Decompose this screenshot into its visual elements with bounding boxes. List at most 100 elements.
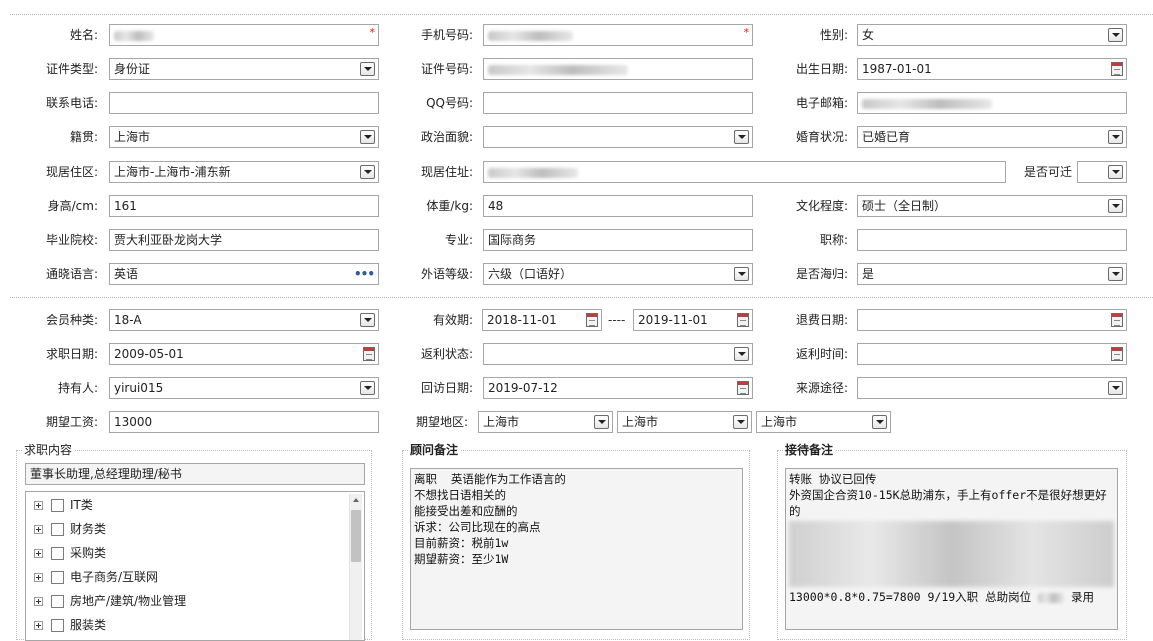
holder-select[interactable]: yirui015 bbox=[109, 377, 379, 399]
language-picker[interactable]: 英语 ••• bbox=[109, 263, 379, 285]
calendar-icon[interactable] bbox=[363, 347, 375, 361]
source-select[interactable] bbox=[857, 377, 1127, 399]
scroll-up-icon[interactable] bbox=[350, 494, 362, 507]
address-field[interactable] bbox=[483, 161, 1006, 183]
chevron-down-icon[interactable] bbox=[734, 347, 749, 361]
plus-box-icon[interactable] bbox=[34, 501, 43, 510]
residence-select[interactable]: 上海市-上海市-浦东新 bbox=[109, 161, 379, 183]
rebate-status-select[interactable] bbox=[483, 343, 753, 365]
chevron-down-icon[interactable] bbox=[872, 415, 887, 429]
tree-item-realestate[interactable]: 房地产/建筑/物业管理 bbox=[34, 591, 186, 611]
checkbox-icon[interactable] bbox=[51, 499, 64, 512]
checkbox-icon[interactable] bbox=[51, 571, 64, 584]
education-select[interactable]: 硕士（全日制） bbox=[857, 195, 1127, 217]
marital-select[interactable]: 已婚已育 bbox=[857, 126, 1127, 148]
education-value: 硕士（全日制） bbox=[862, 199, 947, 213]
scroll-thumb[interactable] bbox=[351, 510, 361, 562]
major-value: 国际商务 bbox=[488, 233, 537, 247]
birth-value: 1987-01-01 bbox=[862, 62, 932, 76]
gender-value: 女 bbox=[862, 28, 875, 42]
chevron-down-icon[interactable] bbox=[1108, 267, 1123, 281]
tree-item-apparel[interactable]: 服装类 bbox=[34, 615, 106, 635]
tree-item-finance[interactable]: 财务类 bbox=[34, 519, 106, 539]
tree-scrollbar[interactable] bbox=[349, 494, 362, 640]
gender-select[interactable]: 女 bbox=[857, 24, 1127, 46]
valid-from-field[interactable]: 2018-11-01 bbox=[482, 309, 602, 331]
weight-field[interactable]: 48 bbox=[483, 195, 753, 217]
political-select[interactable] bbox=[483, 126, 753, 148]
idtype-label: 证件类型: bbox=[45, 62, 98, 76]
checkbox-icon[interactable] bbox=[51, 595, 64, 608]
tree-item-ecommerce[interactable]: 电子商务/互联网 bbox=[34, 567, 158, 587]
region-city-select[interactable]: 上海市 bbox=[617, 411, 752, 433]
note-redacted bbox=[789, 521, 1114, 587]
plus-box-icon[interactable] bbox=[34, 621, 43, 630]
job-selected-field[interactable]: 董事长助理,总经理助理/秘书 bbox=[25, 463, 365, 485]
refund-date-field[interactable] bbox=[857, 309, 1127, 331]
idtype-select[interactable]: 身份证 bbox=[109, 58, 379, 80]
relocate-select[interactable] bbox=[1077, 161, 1127, 183]
idno-field[interactable] bbox=[483, 58, 753, 80]
region-city-value: 上海市 bbox=[622, 415, 659, 429]
plus-box-icon[interactable] bbox=[34, 549, 43, 558]
calendar-icon[interactable] bbox=[586, 313, 598, 327]
calendar-icon[interactable] bbox=[737, 381, 749, 395]
advisor-notes-textarea[interactable]: 离职 英语能作为工作语言的 不想找日语相关的 能接受出差和应酬的 诉求：公司比现… bbox=[410, 468, 743, 630]
region-district-select[interactable]: 上海市 bbox=[756, 411, 891, 433]
langlevel-select[interactable]: 六级（口语好） bbox=[483, 263, 753, 285]
chevron-down-icon[interactable] bbox=[1108, 130, 1123, 144]
calendar-icon[interactable] bbox=[1111, 62, 1123, 76]
rebate-time-field[interactable] bbox=[857, 343, 1127, 365]
school-label: 毕业院校: bbox=[45, 233, 98, 247]
tree-item-purchasing[interactable]: 采购类 bbox=[34, 543, 106, 563]
birth-date-field[interactable]: 1987-01-01 bbox=[857, 58, 1127, 80]
chevron-down-icon[interactable] bbox=[734, 267, 749, 281]
plus-box-icon[interactable] bbox=[34, 573, 43, 582]
contact-phone-field[interactable] bbox=[109, 92, 379, 114]
salary-field[interactable]: 13000 bbox=[109, 411, 379, 433]
plus-box-icon[interactable] bbox=[34, 525, 43, 534]
chevron-down-icon[interactable] bbox=[1108, 165, 1123, 179]
major-field[interactable]: 国际商务 bbox=[483, 229, 753, 251]
ellipsis-icon[interactable]: ••• bbox=[354, 264, 375, 284]
overseas-select[interactable]: 是 bbox=[857, 263, 1127, 285]
title-field[interactable] bbox=[857, 229, 1127, 251]
checkbox-icon[interactable] bbox=[51, 523, 64, 536]
phone-field[interactable]: * bbox=[483, 24, 753, 46]
chevron-down-icon[interactable] bbox=[733, 415, 748, 429]
valid-to-field[interactable]: 2019-11-01 bbox=[633, 309, 753, 331]
calendar-icon[interactable] bbox=[1111, 347, 1123, 361]
chevron-down-icon[interactable] bbox=[360, 165, 375, 179]
tree-item-label: 采购类 bbox=[70, 546, 107, 560]
chevron-down-icon[interactable] bbox=[1108, 381, 1123, 395]
height-field[interactable]: 161 bbox=[109, 195, 379, 217]
calendar-icon[interactable] bbox=[737, 313, 749, 327]
plus-box-icon[interactable] bbox=[34, 597, 43, 606]
native-select[interactable]: 上海市 bbox=[109, 126, 379, 148]
chevron-down-icon[interactable] bbox=[360, 313, 375, 327]
salary-value: 13000 bbox=[114, 415, 153, 429]
visit-date-field[interactable]: 2019-07-12 bbox=[483, 377, 753, 399]
name-label: 姓名: bbox=[69, 28, 98, 42]
email-field[interactable] bbox=[857, 92, 1127, 114]
school-field[interactable]: 贾大利亚卧龙岗大学 bbox=[109, 229, 379, 251]
reception-notes-textarea[interactable]: 转账 协议已回传 外资国企合资10-15K总助浦东，手上有offer不是很好想更… bbox=[785, 468, 1118, 630]
chevron-down-icon[interactable] bbox=[734, 130, 749, 144]
calendar-icon[interactable] bbox=[1111, 313, 1123, 327]
chevron-down-icon[interactable] bbox=[360, 130, 375, 144]
height-value: 161 bbox=[114, 199, 137, 213]
qq-field[interactable] bbox=[483, 92, 753, 114]
member-type-select[interactable]: 18-A bbox=[109, 309, 379, 331]
jobdate-field[interactable]: 2009-05-01 bbox=[109, 343, 379, 365]
chevron-down-icon[interactable] bbox=[1108, 28, 1123, 42]
chevron-down-icon[interactable] bbox=[360, 62, 375, 76]
tree-item-it[interactable]: IT类 bbox=[34, 495, 93, 515]
region-province-select[interactable]: 上海市 bbox=[478, 411, 613, 433]
chevron-down-icon[interactable] bbox=[1108, 199, 1123, 213]
chevron-down-icon[interactable] bbox=[594, 415, 609, 429]
note-line: 不想找日语相关的 bbox=[414, 488, 506, 502]
checkbox-icon[interactable] bbox=[51, 619, 64, 632]
name-field[interactable]: * bbox=[109, 24, 379, 46]
checkbox-icon[interactable] bbox=[51, 547, 64, 560]
chevron-down-icon[interactable] bbox=[360, 381, 375, 395]
